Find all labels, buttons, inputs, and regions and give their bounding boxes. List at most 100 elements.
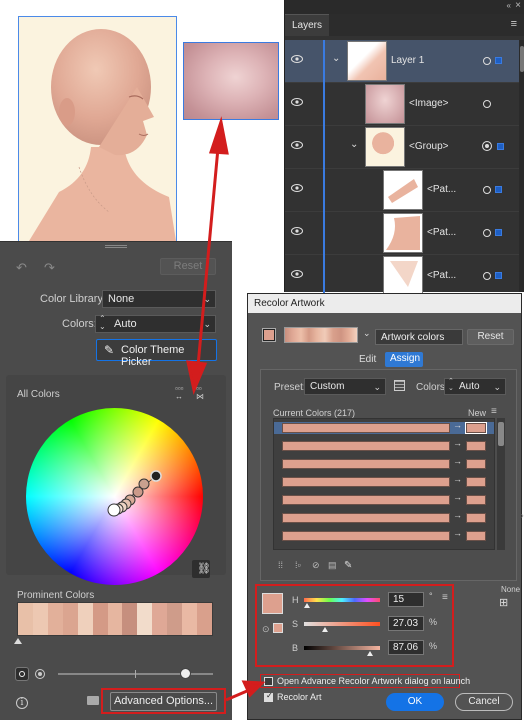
preset-dropdown[interactable]: Custom ⌄: [304, 378, 386, 395]
separate-colors-icon[interactable]: ⁞▫: [295, 560, 301, 570]
selection-square-icon[interactable]: [495, 229, 502, 236]
color-group-strip[interactable]: [284, 327, 358, 343]
arrow-right-icon[interactable]: →: [453, 438, 462, 448]
preset-grid-icon[interactable]: [394, 380, 405, 391]
new-color-swatch[interactable]: [465, 422, 487, 434]
b-slider-handle[interactable]: [367, 651, 374, 656]
expand-chevron-icon[interactable]: ⌄: [350, 139, 358, 150]
layer-row-layer1[interactable]: ⌄ Layer 1: [285, 40, 519, 83]
color-theme-picker-button[interactable]: ✎ Color Theme Picker: [96, 339, 217, 368]
close-icon[interactable]: ×: [515, 0, 521, 11]
stepper-icon[interactable]: ⌃ ⌄: [99, 315, 106, 331]
color-assign-row[interactable]: →: [274, 510, 494, 524]
dialog-titlebar[interactable]: Recolor Artwork: [248, 294, 521, 313]
layer-name[interactable]: <Pat...: [427, 184, 456, 195]
color-mode-radio-selected[interactable]: [15, 667, 29, 681]
advanced-options-button[interactable]: Advanced Options...: [110, 692, 217, 711]
selected-artwork-portrait[interactable]: [18, 16, 177, 242]
current-color-bar[interactable]: [282, 531, 450, 541]
b-slider-track[interactable]: [304, 646, 380, 650]
ok-button[interactable]: OK: [386, 693, 444, 711]
target-circle-icon[interactable]: [483, 272, 491, 280]
target-circle-icon[interactable]: [483, 57, 491, 65]
color-assign-row[interactable]: →: [274, 420, 494, 434]
dialog-reset-button[interactable]: Reset: [467, 329, 514, 345]
visibility-eye-icon[interactable]: [291, 98, 303, 106]
layer-name[interactable]: <Group>: [409, 141, 448, 152]
layer-row-group[interactable]: ⌄ <Group>: [285, 126, 519, 169]
color-assign-row[interactable]: →: [274, 528, 494, 542]
selection-square-icon[interactable]: [495, 57, 502, 64]
arrow-right-icon[interactable]: →: [453, 546, 462, 549]
selection-square-icon[interactable]: [495, 186, 502, 193]
color-library-dropdown[interactable]: None ⌄: [102, 290, 216, 308]
layer-row-path[interactable]: <Pat...: [285, 169, 519, 212]
selection-square-icon[interactable]: [497, 143, 504, 150]
tab-assign[interactable]: Assign: [385, 352, 423, 367]
eyedropper-icon[interactable]: ✎: [344, 560, 352, 571]
current-color-bar[interactable]: [282, 423, 450, 433]
new-color-swatch[interactable]: [466, 459, 486, 469]
layer-row-image[interactable]: <Image>: [285, 83, 519, 126]
hsb-menu-icon[interactable]: ≡: [442, 592, 448, 603]
info-icon[interactable]: i: [16, 697, 28, 709]
arrow-right-icon[interactable]: →: [453, 528, 462, 538]
merge-colors-icon[interactable]: ⁞⁞: [278, 560, 283, 570]
color-assign-row[interactable]: →: [274, 438, 494, 452]
current-color-bar[interactable]: [282, 441, 450, 451]
exclude-colors-icon[interactable]: ⊘: [312, 560, 320, 571]
tab-layers[interactable]: Layers: [285, 14, 329, 36]
unlink-harmony-icon[interactable]: ▫▫ ⋈: [196, 385, 204, 401]
dialog-colors-dropdown[interactable]: ⌃ ⌄ Auto ⌄: [444, 378, 506, 395]
target-circle-icon[interactable]: [483, 100, 491, 108]
artwork-swatch[interactable]: [262, 328, 276, 342]
color-assign-row[interactable]: →: [274, 474, 494, 488]
arrow-right-icon[interactable]: →: [453, 492, 462, 502]
layer-name[interactable]: Layer 1: [391, 55, 424, 66]
arrow-right-icon[interactable]: →: [453, 420, 462, 430]
color-assign-row[interactable]: →: [274, 492, 494, 506]
open-advanced-checkbox[interactable]: [264, 677, 273, 686]
layer-name[interactable]: <Image>: [409, 98, 448, 109]
arrow-right-icon[interactable]: →: [453, 456, 462, 466]
target-circle-icon[interactable]: [483, 186, 491, 194]
s-value-field[interactable]: 27.03: [388, 616, 424, 631]
new-color-swatch[interactable]: [466, 531, 486, 541]
visibility-eye-icon[interactable]: [291, 270, 303, 278]
s-slider-track[interactable]: [304, 622, 380, 626]
swatch-grid-icon[interactable]: ⊞: [499, 596, 508, 609]
arrow-right-icon[interactable]: →: [453, 510, 462, 520]
current-color-bar[interactable]: [282, 513, 450, 523]
visibility-eye-icon[interactable]: [291, 184, 303, 192]
expand-chevron-icon[interactable]: ⌄: [332, 53, 340, 64]
collapse-icon[interactable]: «: [507, 1, 511, 10]
visibility-eye-icon[interactable]: [291, 55, 303, 63]
h-value-field[interactable]: 15: [388, 592, 424, 607]
layer-row-path[interactable]: <Pat...: [285, 255, 519, 298]
arrow-right-icon[interactable]: →: [453, 474, 462, 484]
chevron-down-icon[interactable]: ⌄: [363, 328, 371, 339]
current-color-bar[interactable]: [282, 477, 450, 487]
target-circle-icon[interactable]: [482, 141, 492, 151]
visibility-eye-icon[interactable]: [291, 141, 303, 149]
tab-edit[interactable]: Edit: [359, 353, 384, 367]
visibility-eye-icon[interactable]: [291, 227, 303, 235]
selected-image-patch[interactable]: [183, 42, 279, 120]
color-assign-scrollbar[interactable]: [497, 418, 505, 550]
h-slider-track[interactable]: [304, 598, 380, 602]
new-color-swatch[interactable]: [466, 549, 486, 550]
colors-dropdown[interactable]: ⌃ ⌄ Auto ⌄: [95, 315, 216, 333]
cancel-button[interactable]: Cancel: [455, 693, 513, 711]
selection-square-icon[interactable]: [495, 272, 502, 279]
saturation-slider[interactable]: [58, 668, 213, 679]
color-assign-row[interactable]: →: [274, 546, 494, 550]
stepper-icon[interactable]: ⌃ ⌄: [448, 378, 454, 392]
reset-button[interactable]: Reset: [160, 258, 216, 275]
layer-name[interactable]: <Pat...: [427, 227, 456, 238]
layers-scrollbar[interactable]: [519, 40, 524, 292]
target-circle-icon[interactable]: [483, 229, 491, 237]
s-slider-handle[interactable]: [321, 627, 328, 632]
redo-icon[interactable]: ↷: [44, 260, 55, 276]
layer-name[interactable]: <Pat...: [427, 270, 456, 281]
small-swatch[interactable]: [273, 623, 283, 633]
